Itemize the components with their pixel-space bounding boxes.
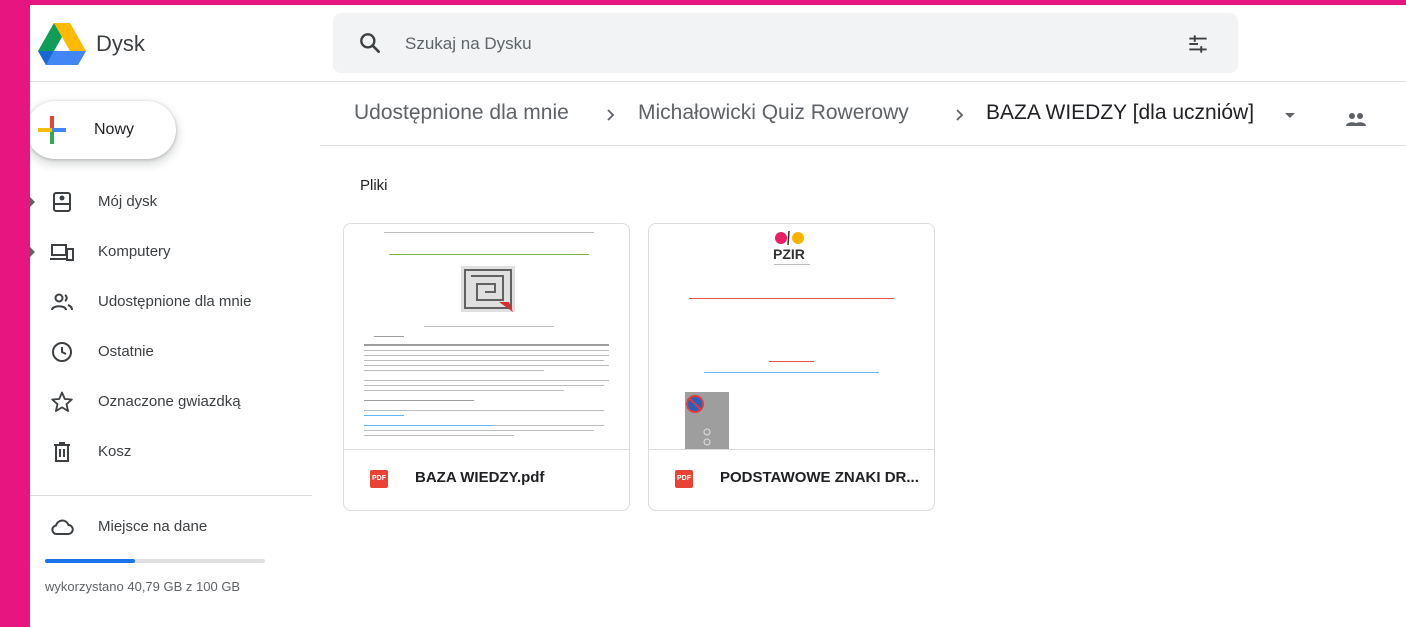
- search-options-icon[interactable]: [1185, 31, 1211, 57]
- drive-logo-icon[interactable]: [38, 23, 86, 65]
- expand-arrow-icon[interactable]: [30, 247, 35, 257]
- pzir-logo-icon: [775, 230, 804, 245]
- divider: [30, 495, 312, 496]
- file-card-footer: PDF PODSTAWOWE ZNAKI DR...: [649, 450, 934, 510]
- sidebar-item-my-drive[interactable]: Mój dysk: [30, 180, 320, 224]
- search-input[interactable]: [403, 26, 1167, 62]
- computer-icon: [50, 244, 74, 261]
- sidebar-item-label: Udostępnione dla mnie: [98, 293, 252, 310]
- shared-people-icon: [51, 293, 73, 311]
- new-button[interactable]: Nowy: [30, 101, 176, 159]
- chevron-right-icon: [956, 109, 964, 121]
- file-thumbnail: PZIR: [649, 224, 934, 450]
- road-sign-image: [685, 392, 729, 449]
- breadcrumb: Udostępnione dla mnie Michałowicki Quiz …: [320, 81, 1406, 146]
- pzir-logo-text: PZIR: [773, 246, 805, 262]
- star-icon: [51, 391, 73, 412]
- people-icon[interactable]: [1345, 111, 1367, 127]
- sidebar-item-label: Oznaczone gwiazdką: [98, 393, 241, 410]
- sidebar-item-label: Komputery: [98, 243, 171, 260]
- breadcrumb-item-current[interactable]: BAZA WIEDZY [dla uczniów]: [986, 101, 1254, 125]
- section-label: Pliki: [360, 177, 388, 194]
- app-title[interactable]: Dysk: [96, 31, 145, 57]
- file-card[interactable]: PZIR PDF PODSTAWOWE ZNAKI DR...: [648, 223, 935, 511]
- file-name: PODSTAWOWE ZNAKI DR...: [720, 469, 919, 486]
- pdf-icon: PDF: [370, 470, 388, 488]
- plus-icon: [38, 116, 66, 144]
- sidebar-item-recent[interactable]: Ostatnie: [30, 330, 320, 374]
- sidebar-item-storage[interactable]: Miejsce na dane: [30, 509, 320, 545]
- breadcrumb-item-quiz[interactable]: Michałowicki Quiz Rowerowy: [638, 101, 909, 125]
- new-button-label: Nowy: [94, 121, 135, 138]
- sidebar-item-computers[interactable]: Komputery: [30, 230, 320, 274]
- storage-progress-bar: [45, 559, 265, 563]
- storage-label: Miejsce na dane: [98, 518, 208, 535]
- search-icon[interactable]: [357, 30, 383, 56]
- pdf-icon: PDF: [675, 470, 693, 488]
- chevron-right-icon: [607, 109, 615, 121]
- drive-app: Dysk Szukaj na Dysku Nowy Mój dysk Kompu…: [30, 5, 1406, 627]
- storage-progress-fill: [45, 559, 135, 563]
- trash-icon: [54, 442, 70, 462]
- drive-icon: [53, 192, 71, 212]
- sidebar-item-trash[interactable]: Kosz: [30, 430, 320, 474]
- expand-arrow-icon[interactable]: [30, 197, 35, 207]
- file-thumbnail: [344, 224, 629, 450]
- file-name: BAZA WIEDZY.pdf: [415, 469, 545, 486]
- sidebar-item-starred[interactable]: Oznaczone gwiazdką: [30, 380, 320, 424]
- sidebar-item-shared-with-me[interactable]: Udostępnione dla mnie: [30, 280, 320, 324]
- sidebar-item-label: Mój dysk: [98, 193, 158, 210]
- cloud-icon: [51, 519, 74, 535]
- sidebar-item-label: Kosz: [98, 443, 132, 460]
- breadcrumb-item-shared[interactable]: Udostępnione dla mnie: [354, 101, 569, 125]
- storage-usage-text: wykorzystano 40,79 GB z 100 GB: [45, 579, 241, 594]
- search-bar[interactable]: [333, 13, 1238, 73]
- clock-icon: [52, 342, 72, 362]
- maze-image: [461, 266, 515, 312]
- file-card[interactable]: PDF BAZA WIEDZY.pdf: [343, 223, 630, 511]
- file-card-footer: PDF BAZA WIEDZY.pdf: [344, 450, 629, 510]
- chevron-down-icon[interactable]: [1285, 113, 1295, 118]
- sidebar: Nowy Mój dysk Komputery Udostępnione dla…: [30, 81, 320, 627]
- top-header: Dysk: [30, 5, 1406, 82]
- sidebar-item-label: Ostatnie: [98, 343, 154, 360]
